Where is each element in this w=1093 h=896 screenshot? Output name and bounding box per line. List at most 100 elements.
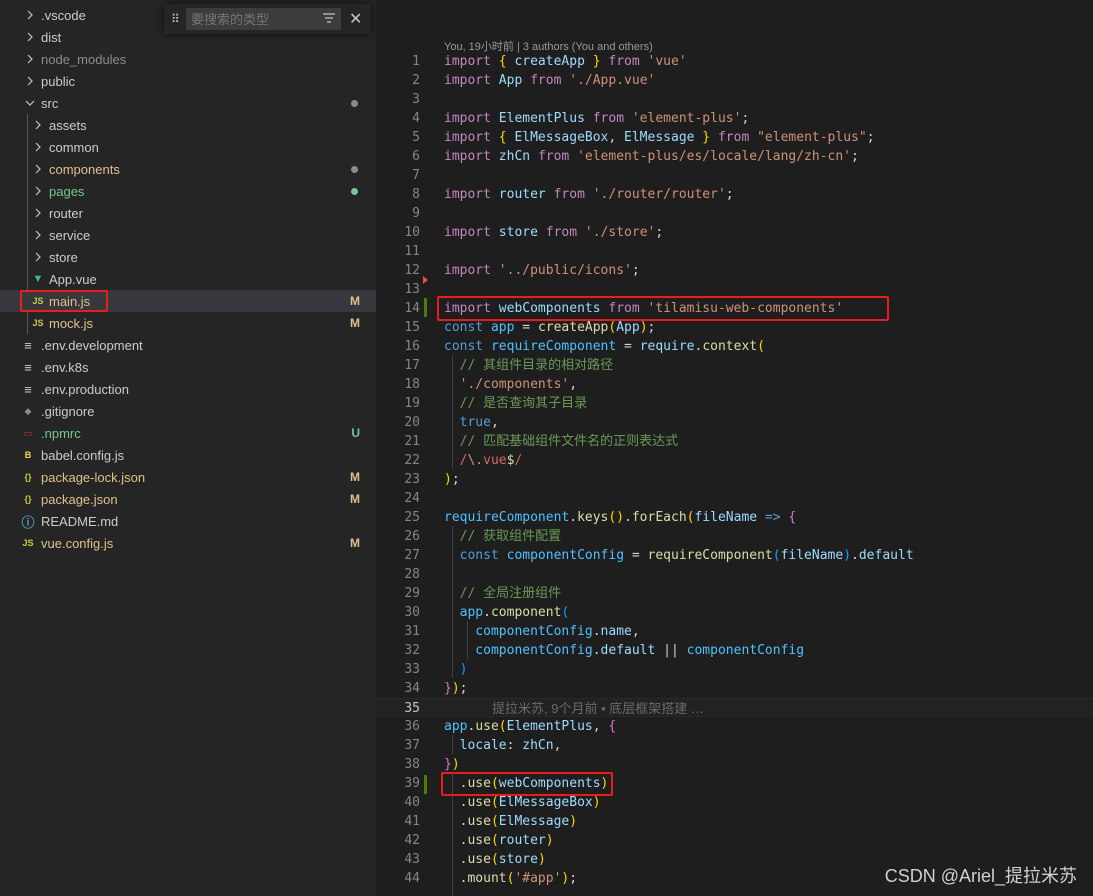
code-token: component — [490, 605, 562, 620]
code-token: ( — [561, 605, 570, 620]
chevron-right-icon[interactable] — [24, 51, 36, 67]
chevron-down-icon[interactable] — [24, 95, 36, 111]
gutter-added-marker[interactable] — [424, 775, 427, 794]
code-line[interactable]: 17 // 其组件目录的相对路径 — [376, 356, 1093, 375]
code-line[interactable]: 31 componentConfig.name, — [376, 622, 1093, 641]
code-token: '../public/icons' — [498, 263, 632, 278]
code-line[interactable]: 12 import '../public/icons'; — [376, 261, 1093, 280]
code-line[interactable]: 27 const componentConfig = requireCompon… — [376, 546, 1093, 565]
tree-item[interactable]: assets — [0, 114, 376, 136]
code-line[interactable]: 19 // 是否查询其子目录 — [376, 394, 1093, 413]
code-line[interactable]: 2 import App from './App.vue' — [376, 71, 1093, 90]
code-token: , — [490, 415, 499, 430]
chevron-right-icon[interactable] — [32, 249, 44, 265]
tree-item[interactable]: store — [0, 246, 376, 268]
code-token: from — [545, 225, 585, 240]
code-line[interactable]: 37 locale: zhCn, — [376, 736, 1093, 755]
tree-item[interactable]: ≡ .env.k8s — [0, 356, 376, 378]
tree-item[interactable]: pages — [0, 180, 376, 202]
code-line[interactable]: 18 './components', — [376, 375, 1093, 394]
code-line[interactable]: 28 — [376, 565, 1093, 584]
code-line[interactable]: 3 — [376, 90, 1093, 109]
tree-item[interactable]: JS vue.config.js M — [0, 532, 376, 554]
tree-item[interactable]: src — [0, 92, 376, 114]
code-token: ; — [866, 130, 875, 145]
code-line[interactable]: 5 import { ElMessageBox, ElMessage } from… — [376, 128, 1093, 147]
tree-item[interactable]: ≡ .env.production — [0, 378, 376, 400]
tree-item-label: common — [49, 139, 99, 155]
chevron-right-icon[interactable] — [32, 205, 44, 221]
code-line[interactable]: 8 import router from './router/router'; — [376, 185, 1093, 204]
tree-item[interactable]: ▼ App.vue — [0, 268, 376, 290]
tree-item[interactable]: ▭ .npmrc U — [0, 422, 376, 444]
code-line[interactable]: 34}); — [376, 679, 1093, 698]
code-text: .use(ElMessage) — [444, 812, 577, 831]
code-line[interactable]: 41 .use(ElMessage) — [376, 812, 1093, 831]
tree-item[interactable]: node_modules — [0, 48, 376, 70]
line-number: 34 — [404, 681, 420, 696]
gutter-deleted-marker[interactable] — [423, 276, 428, 284]
code-line[interactable]: 4 import ElementPlus from 'element-plus'; — [376, 109, 1093, 128]
code-token: const — [444, 320, 491, 335]
chevron-right-icon[interactable] — [24, 29, 36, 45]
tree-item[interactable]: {} package-lock.json M — [0, 466, 376, 488]
code-line[interactable]: 11 — [376, 242, 1093, 261]
code-token: } — [694, 130, 718, 145]
tree-item[interactable]: service — [0, 224, 376, 246]
code-line[interactable]: 35 提拉米苏, 9个月前 • 底层框架搭建 … — [376, 698, 1093, 717]
find-input[interactable] — [186, 8, 341, 30]
close-icon[interactable]: ✕ — [349, 9, 362, 29]
code-line[interactable]: 10 import store from './store'; — [376, 223, 1093, 242]
tree-item[interactable]: Bbabel.config.js — [0, 444, 376, 466]
tree-item[interactable]: ◆ .gitignore — [0, 400, 376, 422]
git-blame-annotation[interactable]: 提拉米苏, 9个月前 • 底层框架搭建 … — [444, 701, 704, 716]
tree-item[interactable]: router — [0, 202, 376, 224]
chevron-right-icon[interactable] — [24, 7, 36, 23]
code-line[interactable]: 7 — [376, 166, 1093, 185]
chevron-right-icon[interactable] — [24, 73, 36, 89]
drag-grip-icon[interactable]: ⠿ — [171, 12, 180, 26]
tree-item[interactable]: ≡ .env.development — [0, 334, 376, 356]
code-line[interactable]: 25 requireComponent.keys().forEach(fileNa… — [376, 508, 1093, 527]
line-number: 16 — [404, 339, 420, 354]
code-line[interactable]: 22 /\.vue$/ — [376, 451, 1093, 470]
chevron-right-icon[interactable] — [32, 161, 44, 177]
code-token: app — [444, 605, 484, 620]
tree-item[interactable]: components — [0, 158, 376, 180]
tree-item-label: router — [49, 205, 83, 221]
code-token: ( — [490, 795, 499, 810]
code-line[interactable]: 1 import { createApp } from 'vue' — [376, 52, 1093, 71]
chevron-right-icon[interactable] — [32, 227, 44, 243]
code-line[interactable]: 32 componentConfig.default || componentC… — [376, 641, 1093, 660]
chevron-right-icon[interactable] — [32, 139, 44, 155]
code-line[interactable]: 33 ) — [376, 660, 1093, 679]
code-line[interactable]: 36 app.use(ElementPlus, { — [376, 717, 1093, 736]
line-number: 27 — [404, 548, 420, 563]
chevron-right-icon[interactable] — [32, 117, 44, 133]
tree-item[interactable]: JS mock.js M — [0, 312, 376, 334]
code-line[interactable]: 29 // 全局注册组件 — [376, 584, 1093, 603]
code-line[interactable]: 16 const requireComponent = require.conte… — [376, 337, 1093, 356]
code-token: import — [444, 263, 499, 278]
code-line[interactable]: 6 import zhCn from 'element-plus/es/local… — [376, 147, 1093, 166]
code-line[interactable]: 20 true, — [376, 413, 1093, 432]
tree-item[interactable]: {} package.json M — [0, 488, 376, 510]
tree-item[interactable]: ⓘ README.md — [0, 510, 376, 532]
tree-item[interactable]: public — [0, 70, 376, 92]
line-number: 7 — [412, 168, 420, 183]
code-line[interactable]: 24 — [376, 489, 1093, 508]
filter-icon[interactable] — [322, 12, 336, 24]
code-token: . — [444, 871, 468, 886]
code-text: // 匹配基础组件文件名的正则表达式 — [444, 432, 679, 451]
gutter-added-marker[interactable] — [424, 298, 427, 317]
code-line[interactable]: 26 // 获取组件配置 — [376, 527, 1093, 546]
chevron-right-icon[interactable] — [32, 183, 44, 199]
code-line[interactable]: 42 .use(router) — [376, 831, 1093, 850]
code-line[interactable]: 30 app.component( — [376, 603, 1093, 622]
code-editor[interactable]: You, 19小时前 | 3 authors (You and others) … — [376, 0, 1093, 896]
code-line[interactable]: 9 — [376, 204, 1093, 223]
code-line[interactable]: 23); — [376, 470, 1093, 489]
tree-item[interactable]: common — [0, 136, 376, 158]
code-token: ) — [569, 814, 578, 829]
code-line[interactable]: 21 // 匹配基础组件文件名的正则表达式 — [376, 432, 1093, 451]
